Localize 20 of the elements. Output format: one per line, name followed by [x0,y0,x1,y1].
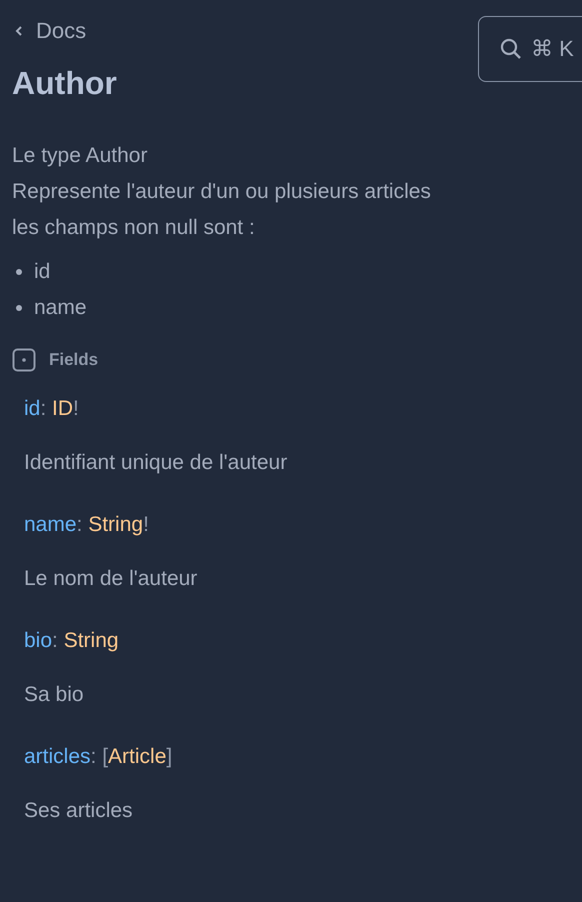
back-link[interactable]: Docs [12,18,86,44]
field-signature[interactable]: id: ID! [24,394,79,424]
field-description: Identifiant unique de l'auteur [24,450,288,476]
bullet-icon [16,305,22,311]
description-line: Le type Author [12,143,148,169]
description-line: les champs non null sont : [12,215,255,241]
search-button[interactable]: ⌘ K [478,16,582,82]
bullet-icon [16,269,22,275]
description-line: Represente l'auteur d'un ou plusieurs articles [12,179,431,205]
field-signature[interactable]: articles: [Article] [24,742,172,772]
field-description: Sa bio [24,682,84,708]
list-item: id [34,259,50,285]
field-signature[interactable]: bio: String [24,626,119,656]
field-signature[interactable]: name: String! [24,510,149,540]
search-icon [499,37,523,61]
field-description: Le nom de l'auteur [24,566,198,592]
list-item: name [34,295,87,321]
section-heading: Fields [49,350,98,370]
field-description: Ses articles [24,798,133,824]
page-title: Author [12,64,118,102]
